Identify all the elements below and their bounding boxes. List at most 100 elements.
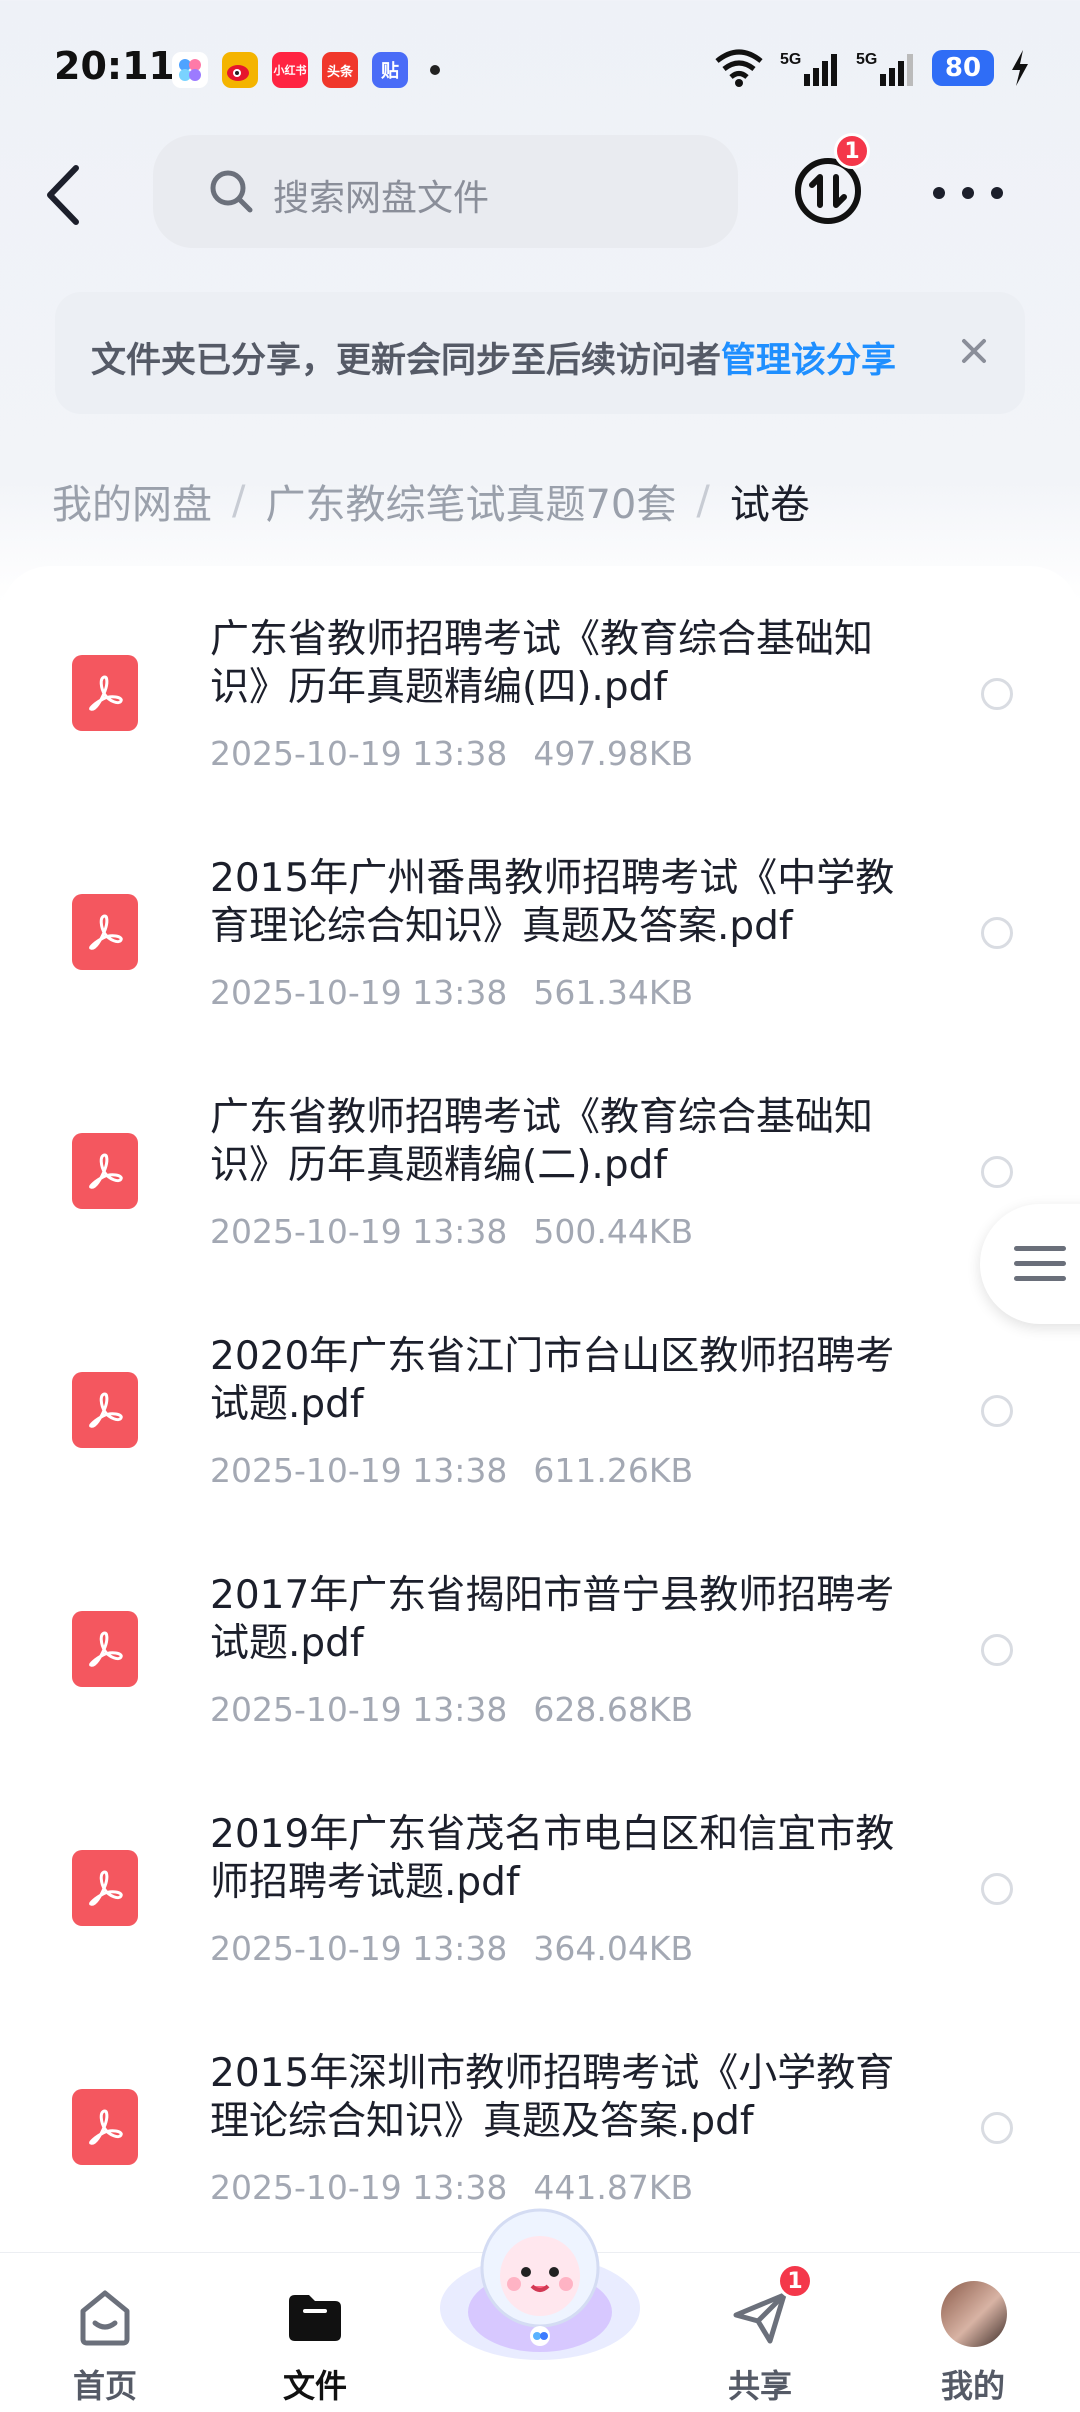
file-row[interactable]: 2017年广东省揭阳市普宁县教师招聘考试题.pdf 2025-10-19 13:… (0, 1572, 1080, 1811)
file-size: 364.04KB (533, 1929, 694, 1968)
weibo-icon (222, 52, 258, 88)
file-meta: 2025-10-19 13:38 561.34KB (210, 973, 693, 1012)
more-button[interactable] (933, 175, 1003, 211)
file-name: 2015年深圳市教师招聘考试《小学教育理论综合知识》真题及答案.pdf (210, 2051, 895, 2144)
select-radio[interactable] (981, 1634, 1013, 1666)
select-radio[interactable] (981, 2112, 1013, 2144)
breadcrumb-item-root[interactable]: 我的网盘 (52, 472, 212, 530)
file-date: 2025-10-19 13:38 (210, 1451, 508, 1490)
pdf-file-icon (72, 2089, 138, 2165)
battery-indicator: 80 (932, 50, 994, 86)
close-icon[interactable] (959, 336, 989, 366)
home-icon (80, 2290, 130, 2346)
toutiao-icon: 头条 (322, 52, 358, 88)
file-list: 广东省教师招聘考试《教育综合基础知识》历年真题精编(四).pdf 2025-10… (0, 566, 1080, 2256)
signal-icon-2: 5G (856, 51, 913, 86)
file-name: 广东省教师招聘考试《教育综合基础知识》历年真题精编(二).pdf (210, 1095, 874, 1188)
pdf-file-icon (72, 1133, 138, 1209)
select-radio[interactable] (981, 1873, 1013, 1905)
file-row[interactable]: 广东省教师招聘考试《教育综合基础知识》历年真题精编(四).pdf 2025-10… (0, 616, 1080, 855)
file-meta: 2025-10-19 13:38 500.44KB (210, 1212, 693, 1251)
nav-item-home[interactable]: 首页 (40, 2271, 170, 2405)
file-name: 2017年广东省揭阳市普宁县教师招聘考试题.pdf (210, 1573, 895, 1666)
more-dot-icon (962, 187, 974, 199)
search-icon (210, 170, 253, 213)
pdf-file-icon (72, 1611, 138, 1687)
menu-line-icon (1014, 1246, 1066, 1251)
pdf-file-icon (72, 894, 138, 970)
clover-icon (172, 52, 208, 88)
file-row[interactable]: 2019年广东省茂名市电白区和信宜市教师招聘考试题.pdf 2025-10-19… (0, 1811, 1080, 2050)
nav-label-home: 首页 (72, 2367, 137, 2405)
notification-dot (430, 65, 440, 75)
nav-label-files: 文件 (282, 2367, 347, 2405)
file-name: 2015年广州番禺教师招聘考试《中学教育理论综合知识》真题及答案.pdf (210, 856, 895, 949)
svg-text:5G: 5G (780, 51, 801, 68)
file-name: 2019年广东省茂名市电白区和信宜市教师招聘考试题.pdf (210, 1812, 895, 1905)
back-button[interactable] (40, 160, 90, 230)
mascot-icon[interactable] (430, 2190, 650, 2370)
transfer-button[interactable]: 1 (792, 133, 870, 227)
file-row[interactable]: 广东省教师招聘考试《教育综合基础知识》历年真题精编(二).pdf 2025-10… (0, 1094, 1080, 1333)
status-indicators: 5G 5G 80 (714, 48, 1030, 88)
file-meta: 2025-10-19 13:38 364.04KB (210, 1929, 693, 1968)
file-date: 2025-10-19 13:38 (210, 1690, 508, 1729)
file-size: 500.44KB (533, 1212, 694, 1251)
file-name: 2020年广东省江门市台山区教师招聘考试题.pdf (210, 1334, 895, 1427)
folder-icon (289, 2295, 341, 2341)
signal-icon: 5G (780, 51, 837, 86)
file-meta: 2025-10-19 13:38 611.26KB (210, 1451, 693, 1490)
notice-message: 文件夹已分享，更新会同步至后续访问者 (91, 341, 722, 381)
notice-text: 文件夹已分享，更新会同步至后续访问者管理该分享 (91, 332, 896, 383)
file-date: 2025-10-19 13:38 (210, 1929, 508, 1968)
file-size: 611.26KB (533, 1451, 694, 1490)
transfer-badge: 1 (834, 133, 870, 169)
file-meta: 2025-10-19 13:38 497.98KB (210, 734, 693, 773)
more-dot-icon (991, 187, 1003, 199)
pdf-file-icon (72, 1850, 138, 1926)
nav-item-files[interactable]: 文件 (250, 2271, 380, 2405)
tieba-icon: 贴 (372, 52, 408, 88)
file-row[interactable]: 2015年广州番禺教师招聘考试《中学教育理论综合知识》真题及答案.pdf 202… (0, 855, 1080, 1094)
share-notice: 文件夹已分享，更新会同步至后续访问者管理该分享 (55, 292, 1025, 414)
breadcrumb: 我的网盘 / 广东教综笔试真题70套 / 试卷 (52, 472, 810, 530)
file-size: 561.34KB (533, 973, 694, 1012)
breadcrumb-item-folder[interactable]: 广东教综笔试真题70套 (265, 472, 676, 530)
more-dot-icon (933, 187, 945, 199)
select-radio[interactable] (981, 678, 1013, 710)
file-date: 2025-10-19 13:38 (210, 734, 508, 773)
status-app-icons: 小红书 头条 贴 (172, 52, 440, 88)
search-placeholder: 搜索网盘文件 (273, 178, 490, 219)
share-badge: 1 (777, 2263, 813, 2299)
menu-line-icon (1014, 1276, 1066, 1281)
status-bar: 20:11 小红书 头条 贴 5G 5G 80 (0, 0, 1080, 140)
svg-text:5G: 5G (856, 51, 877, 68)
xiaohongshu-icon: 小红书 (272, 52, 308, 88)
breadcrumb-separator: / (232, 478, 246, 524)
file-row[interactable]: 2020年广东省江门市台山区教师招聘考试题.pdf 2025-10-19 13:… (0, 1333, 1080, 1572)
pdf-file-icon (72, 655, 138, 731)
breadcrumb-item-current: 试卷 (729, 482, 810, 528)
file-size: 497.98KB (533, 734, 694, 773)
file-name: 广东省教师招聘考试《教育综合基础知识》历年真题精编(四).pdf (210, 617, 874, 710)
nav-item-mine[interactable]: 我的 (908, 2271, 1038, 2405)
select-radio[interactable] (981, 917, 1013, 949)
file-meta: 2025-10-19 13:38 628.68KB (210, 1690, 693, 1729)
select-radio[interactable] (981, 1395, 1013, 1427)
status-time: 20:11 (54, 44, 175, 88)
nav-label-mine: 我的 (940, 2367, 1005, 2405)
nav-item-share[interactable]: 1 共享 (695, 2263, 825, 2405)
wifi-icon (715, 49, 763, 87)
file-date: 2025-10-19 13:38 (210, 973, 508, 1012)
file-date: 2025-10-19 13:38 (210, 1212, 508, 1251)
file-size: 628.68KB (533, 1690, 694, 1729)
nav-label-share: 共享 (727, 2367, 792, 2405)
pdf-file-icon (72, 1372, 138, 1448)
manage-share-link[interactable]: 管理该分享 (721, 341, 896, 381)
breadcrumb-separator: / (696, 478, 710, 524)
search-input[interactable]: 搜索网盘文件 (153, 135, 738, 248)
avatar (941, 2281, 1007, 2347)
charging-icon (1012, 50, 1028, 86)
select-radio[interactable] (981, 1156, 1013, 1188)
menu-line-icon (1014, 1261, 1066, 1266)
